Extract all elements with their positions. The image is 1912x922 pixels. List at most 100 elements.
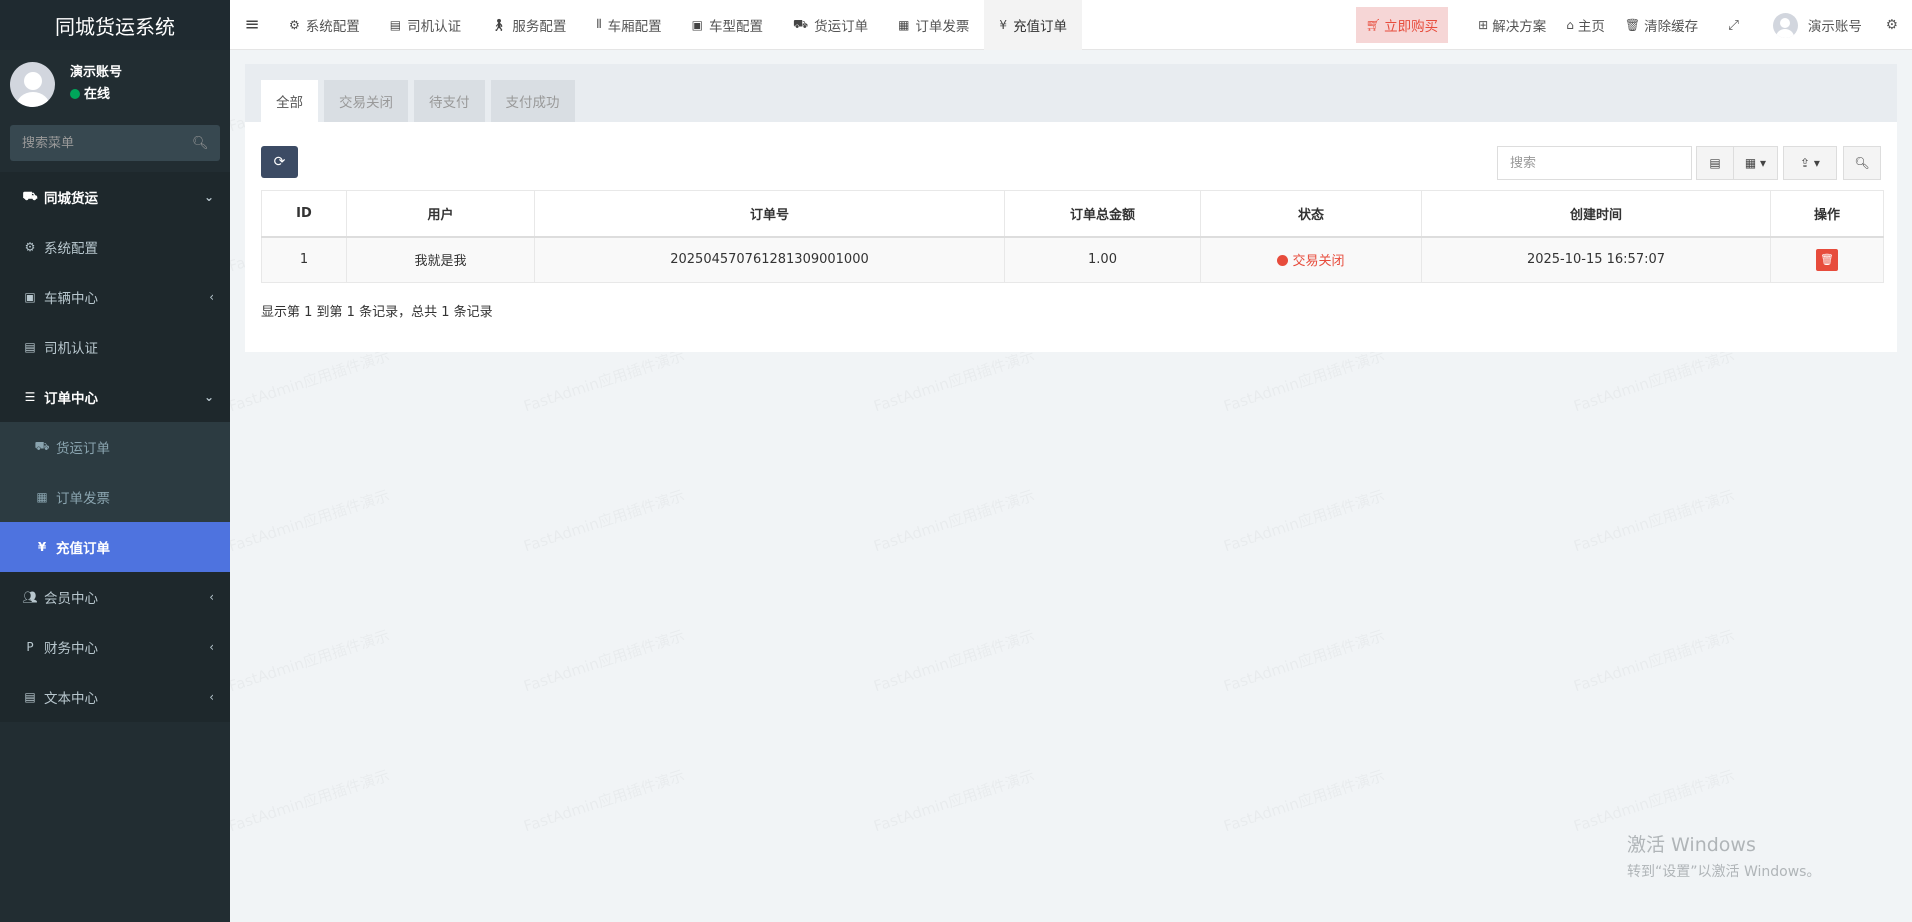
archive-icon: ▦ (36, 490, 48, 504)
windows-activation-title: 激活 Windows (1627, 834, 1756, 856)
watermark-text: FastAdmin应用插件演示 (871, 485, 1037, 557)
sidebar-item-order-invoice[interactable]: ▦ 订单发票 (0, 472, 230, 522)
table-row[interactable]: 1 我就是我 202504570761281309001000 1.00 交易关… (261, 236, 1884, 283)
sidebar-item-finance-center[interactable]: P 财务中心 ‹ (0, 622, 230, 672)
truck-icon: ⛟ (792, 16, 809, 31)
col-header-order-no[interactable]: 订单号 (534, 190, 1005, 238)
watermark-text: FastAdmin应用插件演示 (1571, 485, 1737, 557)
sidebar-item-label: 充值订单 (56, 541, 110, 557)
paypal-icon: P (26, 640, 34, 654)
filter-tab-all[interactable]: 全部 (261, 80, 318, 122)
windows-activation-notice: 激活 Windows 转到“设置”以激活 Windows。 (1627, 830, 1820, 881)
filter-tab-closed[interactable]: 交易关闭 (324, 80, 408, 122)
tab-service-config[interactable]: 🚶︎ 服务配置 (476, 0, 581, 50)
table-search-input[interactable] (1497, 146, 1692, 180)
home-icon: ⌂ (1566, 18, 1574, 32)
settings-gears-icon[interactable]: ⚙ (1876, 0, 1912, 50)
tab-label: 车厢配置 (607, 18, 662, 35)
filter-tab-pending[interactable]: 待支付 (414, 80, 485, 122)
sidebar-item-label: 文本中心 (44, 691, 98, 707)
sidebar-item-label: 订单中心 (44, 391, 98, 407)
tab-carriage-config[interactable]: ⦀ 车厢配置 (581, 0, 676, 50)
sidebar-item-label: 订单发票 (56, 491, 110, 507)
col-header-user[interactable]: 用户 (346, 190, 535, 238)
status-dot-icon (1277, 255, 1289, 267)
pagination-info: 显示第 1 到第 1 条记录，总共 1 条记录 (261, 305, 493, 320)
refresh-button[interactable]: ⟳ (261, 146, 298, 178)
solutions-link[interactable]: ⊞ 解决方案 (1468, 0, 1556, 50)
buy-now-label: 立即购买 (1384, 19, 1439, 35)
col-header-actions: 操作 (1770, 190, 1884, 238)
search-icon[interactable]: 🔍︎ (192, 136, 209, 151)
sidebar-item-text-center[interactable]: ▤ 文本中心 ‹ (0, 672, 230, 722)
trash-icon: 🗑︎ (1624, 18, 1641, 32)
truck-icon: ⛟ (34, 439, 50, 453)
col-header-status[interactable]: 状态 (1200, 190, 1422, 238)
table-header-row: ID 用户 订单号 订单总金额 状态 创建时间 操作 (261, 190, 1884, 238)
sidebar-item-label: 车辆中心 (44, 291, 98, 307)
toggle-view-button[interactable]: ▤ (1696, 146, 1734, 180)
refresh-icon: ⟳ (273, 154, 286, 170)
tab-label: 系统配置 (305, 18, 360, 35)
id-card-icon: ▤ (24, 340, 36, 354)
home-link[interactable]: ⌂ 主页 (1556, 0, 1615, 50)
watermark-text: FastAdmin应用插件演示 (521, 345, 687, 417)
sidebar-item-label: 系统配置 (44, 241, 98, 257)
advanced-search-button[interactable]: 🔍︎ (1843, 146, 1881, 180)
sidebar-toggle-icon[interactable]: ≡ (230, 14, 274, 35)
sidebar-item-driver-auth[interactable]: ▤ 司机认证 (0, 322, 230, 372)
tab-recharge-orders[interactable]: ¥ 充值订单 (984, 0, 1083, 50)
sidebar-item-order-center[interactable]: ☰ 订单中心 ⌄ (0, 372, 230, 422)
cell-amount: 1.00 (1004, 236, 1201, 283)
chevron-left-icon: ‹ (209, 590, 214, 604)
filter-tab-paid[interactable]: 支付成功 (490, 80, 575, 122)
sidebar-item-member-center[interactable]: 👥︎ 会员中心 ‹ (0, 572, 230, 622)
bus-icon: ▣ (691, 17, 703, 32)
user-status: 在线 (70, 84, 122, 106)
tab-freight-orders[interactable]: ⛟ 货运订单 (778, 0, 883, 50)
columns-button[interactable]: ▦ ▾ (1733, 146, 1778, 180)
sidebar-search-input[interactable] (22, 135, 192, 151)
sidebar-item-label: 货运订单 (56, 441, 110, 457)
tab-label: 服务配置 (512, 18, 567, 35)
watermark-text: FastAdmin应用插件演示 (871, 765, 1037, 837)
tab-label: 订单发票 (915, 18, 970, 35)
sidebar-item-freight[interactable]: ⛟ 同城货运 ⌄ (0, 172, 230, 222)
watermark-text: FastAdmin应用插件演示 (1571, 345, 1737, 417)
tab-vehicle-type-config[interactable]: ▣ 车型配置 (677, 0, 778, 50)
sidebar-item-label: 会员中心 (44, 591, 98, 607)
buy-now-button[interactable]: 🛒︎ 立即购买 (1355, 7, 1449, 43)
grid-icon: ▦ ▾ (1744, 156, 1767, 170)
watermark-text: FastAdmin应用插件演示 (226, 345, 392, 417)
col-header-created[interactable]: 创建时间 (1421, 190, 1771, 238)
clear-cache-button[interactable]: 🗑︎ 清除缓存 (1615, 0, 1708, 50)
tab-order-invoice[interactable]: ▦ 订单发票 (883, 0, 984, 50)
sidebar-item-recharge-orders[interactable]: ¥ 充值订单 (0, 522, 230, 572)
export-button[interactable]: ⇪ ▾ (1783, 146, 1837, 180)
tab-system-config[interactable]: ⚙ 系统配置 (274, 0, 375, 50)
tab-driver-auth[interactable]: ▤ 司机认证 (375, 0, 476, 50)
sidebar-item-freight-orders[interactable]: ⛟ 货运订单 (0, 422, 230, 472)
watermark-text: FastAdmin应用插件演示 (1221, 765, 1387, 837)
app-logo-title[interactable]: 同城货运系统 (0, 0, 230, 50)
col-header-id[interactable]: ID (261, 190, 347, 238)
delete-button[interactable]: 🗑︎ (1816, 248, 1838, 271)
sidebar-search: 🔍︎ (10, 125, 220, 161)
user-menu[interactable]: 演示账号 (1759, 0, 1876, 50)
status-filter-tabs: 全部 交易关闭 待支付 支付成功 (245, 64, 1897, 122)
export-icon: ⇪ ▾ (1800, 156, 1820, 170)
chevron-left-icon: ‹ (209, 290, 214, 304)
online-dot-icon (70, 89, 80, 99)
sitemap-icon: ⊞ (1478, 18, 1489, 32)
tab-label: 司机认证 (407, 18, 462, 35)
watermark-text: FastAdmin应用插件演示 (521, 485, 687, 557)
truck-icon: ⛟ (22, 189, 38, 203)
gear-icon: ⚙ (289, 17, 300, 32)
sidebar-item-system-config[interactable]: ⚙ 系统配置 (0, 222, 230, 272)
col-header-amount[interactable]: 订单总金额 (1004, 190, 1201, 238)
fullscreen-icon[interactable]: ⤢ (1708, 0, 1759, 50)
sidebar-item-vehicle-center[interactable]: ▣ 车辆中心 ‹ (0, 272, 230, 322)
sidebar-item-label: 财务中心 (44, 641, 98, 657)
tab-label: 车型配置 (708, 18, 763, 35)
yen-icon: ¥ (37, 540, 47, 554)
